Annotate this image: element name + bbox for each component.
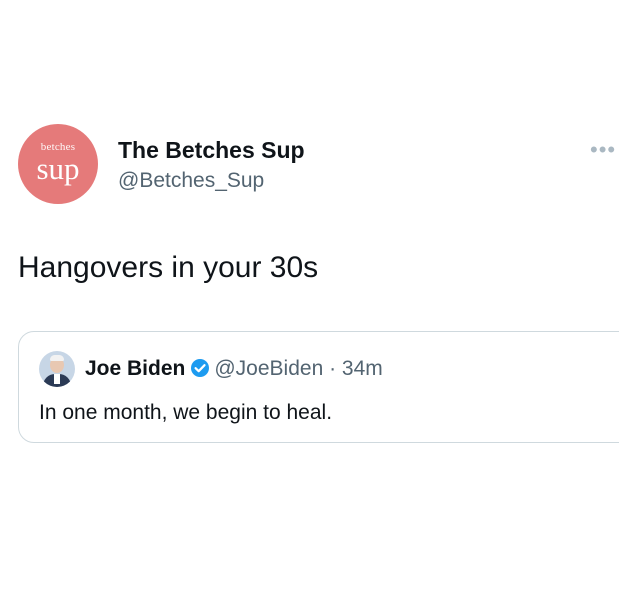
verified-badge-icon	[190, 358, 210, 385]
quoted-tweet[interactable]: Joe Biden @JoeBiden · 34m In one month, w…	[18, 331, 619, 443]
quoted-display-name[interactable]: Joe Biden	[85, 357, 185, 380]
quoted-tweet-text: In one month, we begin to heal.	[39, 401, 333, 424]
quoted-header: Joe Biden @JoeBiden · 34m	[85, 356, 383, 385]
more-horizontal-icon[interactable]: •••	[590, 139, 616, 161]
quoted-avatar[interactable]	[39, 351, 75, 387]
tweet-text: Hangovers in your 30s	[18, 251, 319, 284]
dot-separator: ·	[323, 357, 342, 380]
quoted-handle[interactable]: @JoeBiden	[214, 357, 323, 380]
avatar[interactable]: betches sup	[18, 124, 98, 204]
quoted-timestamp[interactable]: 34m	[342, 357, 383, 380]
display-name[interactable]: The Betches Sup	[118, 136, 305, 164]
tweet-card[interactable]: betches sup The Betches Sup @Betches_Sup…	[0, 0, 619, 600]
avatar-big-text: sup	[36, 151, 80, 186]
user-handle[interactable]: @Betches_Sup	[118, 168, 264, 194]
